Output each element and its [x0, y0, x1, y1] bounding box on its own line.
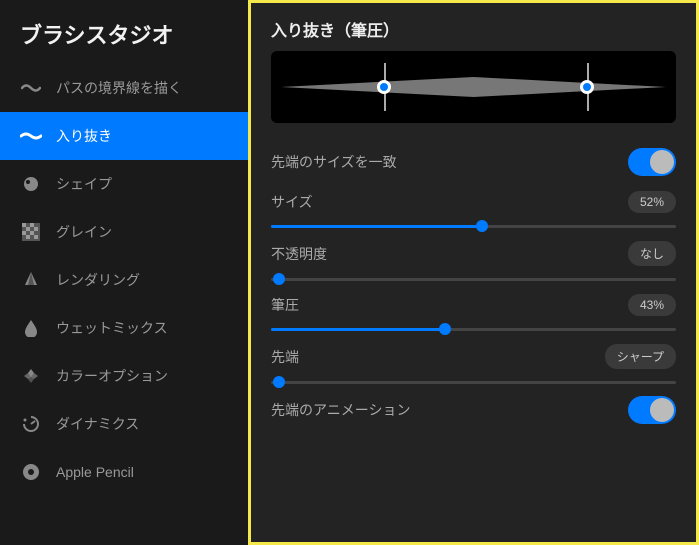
slider-tip[interactable] — [271, 375, 676, 389]
sidebar-item-label: グレイン — [56, 222, 112, 242]
sidebar-item-label: カラーオプション — [56, 366, 168, 386]
sidebar-item-label: 入り抜き — [56, 126, 112, 146]
taper-icon — [20, 125, 42, 147]
slider-row-opacity: 不透明度 なし — [271, 241, 676, 286]
sidebar: ブラシスタジオ パスの境界線を描く 入り抜き シェイプ グレイン レンダリング — [0, 0, 248, 545]
sidebar-item-shape[interactable]: シェイプ — [0, 160, 248, 208]
match-tip-label: 先端のサイズを一致 — [271, 152, 397, 172]
slider-label-tip: 先端 — [271, 347, 299, 367]
sidebar-item-taper[interactable]: 入り抜き — [0, 112, 248, 160]
slider-row-size: サイズ 52% — [271, 191, 676, 233]
rendering-icon — [20, 269, 42, 291]
tip-animation-toggle[interactable] — [628, 396, 676, 424]
sidebar-item-stroke-path[interactable]: パスの境界線を描く — [0, 64, 248, 112]
stroke-shape-icon — [271, 51, 676, 123]
panel-title: 入り抜き（筆圧） — [271, 17, 676, 41]
grain-icon — [20, 221, 42, 243]
slider-value-tip[interactable]: シャープ — [605, 344, 676, 369]
tip-animation-row: 先端のアニメーション — [271, 389, 676, 431]
stroke-path-icon — [20, 77, 42, 99]
taper-node-end[interactable] — [580, 80, 594, 94]
slider-value-size[interactable]: 52% — [628, 191, 676, 213]
slider-value-pressure[interactable]: 43% — [628, 294, 676, 316]
slider-label-opacity: 不透明度 — [271, 244, 327, 264]
settings-panel: 入り抜き（筆圧） 先端のサイズを一致 サイズ 52% 不透明度 なし筆圧 43% 先端 シャ… — [248, 0, 699, 545]
sidebar-item-label: パスの境界線を描く — [56, 78, 182, 98]
sidebar-item-label: Apple Pencil — [56, 464, 134, 480]
sidebar-item-label: シェイプ — [56, 174, 112, 194]
slider-pressure[interactable] — [271, 322, 676, 336]
sidebar-item-label: ウェットミックス — [56, 318, 168, 338]
slider-label-size: サイズ — [271, 192, 313, 212]
match-tip-toggle[interactable] — [628, 148, 676, 176]
sidebar-item-label: ダイナミクス — [56, 414, 139, 434]
color-options-icon — [20, 365, 42, 387]
sidebar-item-label: レンダリング — [56, 270, 140, 290]
sidebar-item-grain[interactable]: グレイン — [0, 208, 248, 256]
sidebar-item-apple-pencil[interactable]: Apple Pencil — [0, 448, 248, 496]
tip-animation-label: 先端のアニメーション — [271, 400, 410, 420]
apple-pencil-icon — [20, 461, 42, 483]
slider-thumb-icon[interactable] — [439, 323, 451, 335]
slider-thumb-icon[interactable] — [273, 376, 285, 388]
sidebar-item-rendering[interactable]: レンダリング — [0, 256, 248, 304]
slider-row-tip: 先端 シャープ — [271, 344, 676, 389]
taper-node-start[interactable] — [377, 80, 391, 94]
slider-row-pressure: 筆圧 43% — [271, 294, 676, 336]
shape-icon — [20, 173, 42, 195]
sidebar-title: ブラシスタジオ — [0, 18, 248, 64]
dynamics-icon — [20, 413, 42, 435]
toggle-knob-icon — [650, 398, 674, 422]
match-tip-row: 先端のサイズを一致 — [271, 141, 676, 183]
slider-size[interactable] — [271, 219, 676, 233]
slider-thumb-icon[interactable] — [476, 220, 488, 232]
slider-label-pressure: 筆圧 — [271, 295, 299, 315]
slider-thumb-icon[interactable] — [273, 273, 285, 285]
slider-value-opacity[interactable]: なし — [628, 241, 676, 266]
sidebar-item-dynamics[interactable]: ダイナミクス — [0, 400, 248, 448]
sidebar-item-wetmix[interactable]: ウェットミックス — [0, 304, 248, 352]
toggle-knob-icon — [650, 150, 674, 174]
taper-preview[interactable] — [271, 51, 676, 123]
sidebar-item-color-options[interactable]: カラーオプション — [0, 352, 248, 400]
slider-opacity[interactable] — [271, 272, 676, 286]
wetmix-icon — [20, 317, 42, 339]
